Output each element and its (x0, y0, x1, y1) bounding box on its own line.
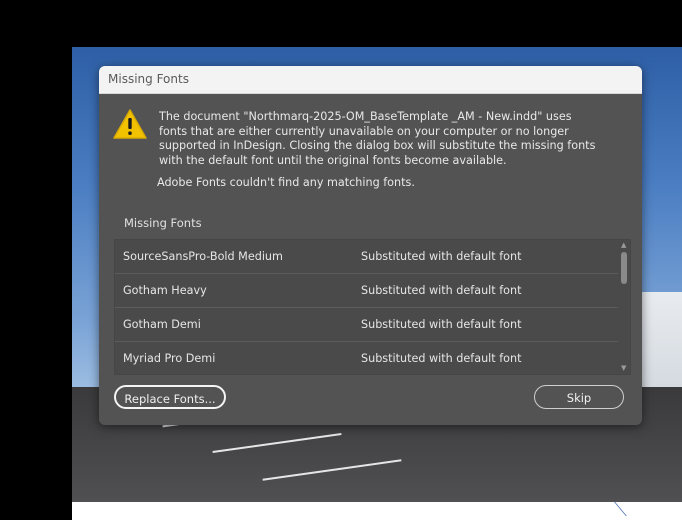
dialog-title: Missing Fonts (99, 66, 642, 94)
missing-fonts-label: Missing Fonts (124, 216, 202, 230)
dialog-message: The document "Northmarq-2025-OM_BaseTemp… (159, 110, 596, 167)
font-status: Substituted with default font (361, 318, 522, 331)
scrollbar-thumb[interactable] (621, 252, 627, 284)
list-scrollbar[interactable]: ▲ ▼ (618, 240, 630, 374)
list-item[interactable]: Gotham Heavy Substituted with default fo… (115, 274, 630, 308)
font-name: SourceSansPro-Bold Medium (123, 250, 283, 263)
font-status: Substituted with default font (361, 352, 522, 365)
adobe-fonts-message: Adobe Fonts couldn't find any matching f… (157, 176, 415, 189)
document-page-area (72, 502, 682, 520)
missing-fonts-dialog: Missing Fonts The document "Northmarq-20… (99, 66, 642, 425)
font-name: Gotham Heavy (123, 284, 207, 297)
chevron-up-icon[interactable]: ▲ (621, 242, 627, 249)
chevron-down-icon[interactable]: ▼ (621, 365, 627, 372)
font-name: Gotham Demi (123, 318, 201, 331)
replace-fonts-button[interactable]: Replace Fonts... (114, 385, 226, 409)
accent-line (594, 502, 627, 516)
font-status: Substituted with default font (361, 284, 522, 297)
list-item[interactable]: Gotham Demi Substituted with default fon… (115, 308, 630, 342)
font-status: Substituted with default font (361, 250, 522, 263)
list-item[interactable]: SourceSansPro-Bold Medium Substituted wi… (115, 240, 630, 274)
list-item[interactable]: Myriad Pro Demi Substituted with default… (115, 342, 630, 374)
missing-fonts-list[interactable]: SourceSansPro-Bold Medium Substituted wi… (114, 239, 631, 375)
warning-icon (113, 109, 147, 139)
skip-button[interactable]: Skip (534, 385, 624, 409)
font-name: Myriad Pro Demi (123, 352, 216, 365)
